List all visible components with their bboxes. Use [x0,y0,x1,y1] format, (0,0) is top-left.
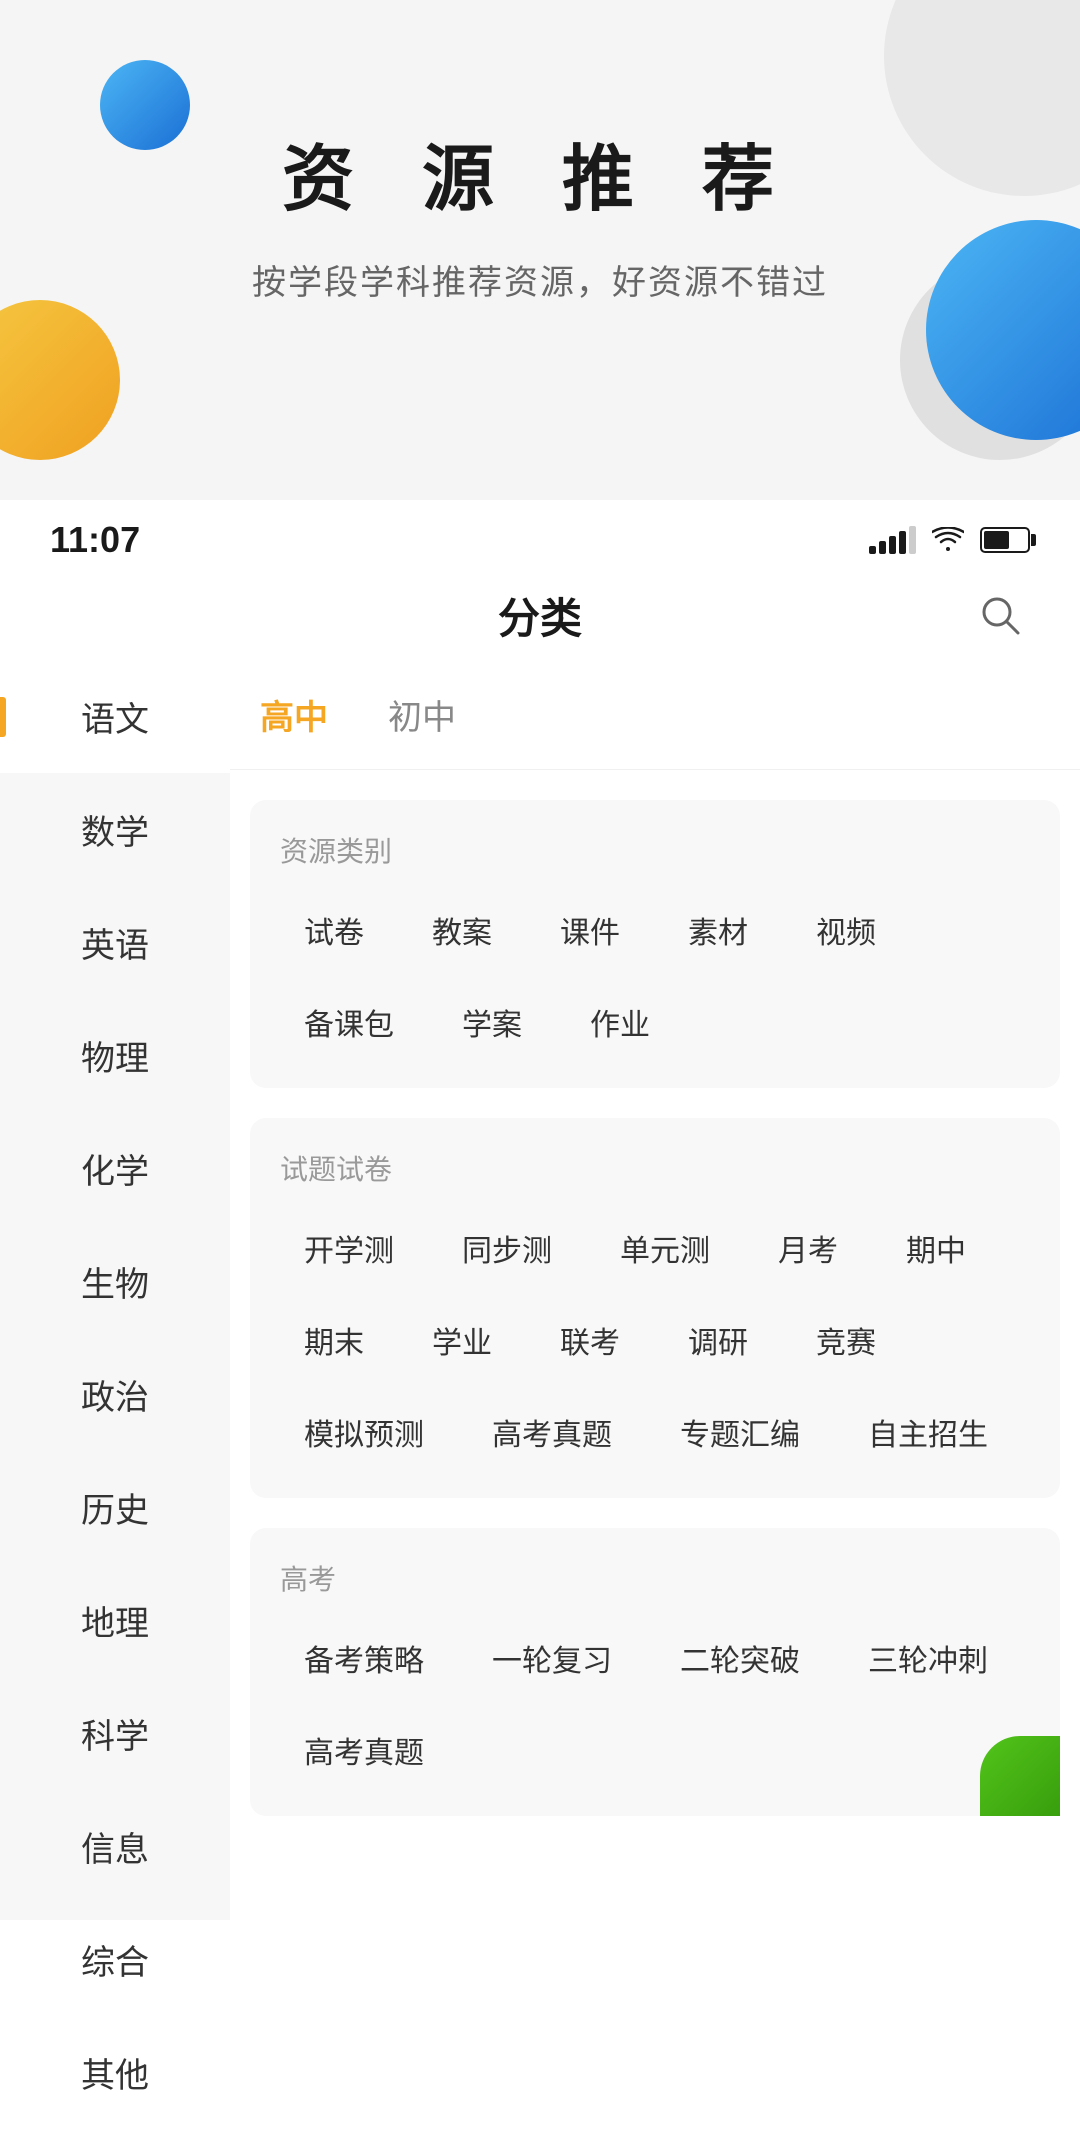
sidebar-item-yuwen[interactable]: 语文 [0,660,230,773]
sub-tabs: 高中 初中 [230,660,1080,770]
sidebar-item-huaxue[interactable]: 化学 [0,1112,230,1225]
tag-liankao[interactable]: 联考 [536,1304,644,1376]
tag-yilunfuxi[interactable]: 一轮复习 [468,1622,636,1694]
sidebar-item-kexue[interactable]: 科学 [0,1677,230,1790]
signal-bar-1 [869,546,876,554]
tag-jingsai[interactable]: 竞赛 [792,1304,900,1376]
hero-yellow-circle [0,300,120,460]
hero-section: 资 源 推 荐 按学段学科推荐资源，好资源不错过 [0,0,1080,500]
battery-fill [984,531,1009,549]
sidebar-item-xinxi[interactable]: 信息 [0,1790,230,1903]
right-content: 高中 初中 资源类别 试卷 教案 课件 素材 视频 备课包 学案 作业 [230,660,1080,1920]
tag-beikebao[interactable]: 备课包 [280,986,418,1058]
search-icon [978,593,1022,637]
sidebar-item-qita[interactable]: 其他 [0,2016,230,2129]
hero-title: 资 源 推 荐 [0,120,1080,225]
tab-chuzhong[interactable]: 初中 [388,680,456,749]
section-label-gaokao: 高考 [280,1558,1030,1598]
tag-sanlunchongci[interactable]: 三轮冲刺 [844,1622,1012,1694]
hero-text-container: 资 源 推 荐 按学段学科推荐资源，好资源不错过 [0,120,1080,304]
signal-bar-3 [889,536,896,554]
tag-qizhong[interactable]: 期中 [882,1212,990,1284]
tag-danyuance[interactable]: 单元测 [596,1212,734,1284]
tag-kaixuece[interactable]: 开学测 [280,1212,418,1284]
section-label-exam: 试题试卷 [280,1148,1030,1188]
tag-xuean[interactable]: 学案 [438,986,546,1058]
tag-kejian[interactable]: 课件 [536,894,644,966]
main-content: 语文 数学 英语 物理 化学 生物 政治 历史 [0,660,1080,1920]
status-bar: 11:07 [0,500,1080,570]
tag-erluntupao[interactable]: 二轮突破 [656,1622,824,1694]
tags-exam-type: 开学测 同步测 单元测 月考 期中 期末 学业 联考 调研 竞赛 模拟预测 高考… [280,1212,1030,1468]
tag-sucai[interactable]: 素材 [664,894,772,966]
tab-gaozhong[interactable]: 高中 [260,680,328,749]
status-time: 11:07 [50,519,140,561]
tag-tongbuce[interactable]: 同步测 [438,1212,576,1284]
signal-icon [869,526,916,554]
sidebar-item-yingyu[interactable]: 英语 [0,886,230,999]
tag-zuoye[interactable]: 作业 [566,986,674,1058]
tag-qimo[interactable]: 期末 [280,1304,388,1376]
tag-beikaocelue[interactable]: 备考策略 [280,1622,448,1694]
tag-shipin[interactable]: 视频 [792,894,900,966]
tag-zizhuzhus[interactable]: 自主招生 [844,1396,1012,1468]
tag-yuekao[interactable]: 月考 [754,1212,862,1284]
sidebar-item-wuli[interactable]: 物理 [0,999,230,1112]
green-leaf-decoration [980,1736,1060,1816]
sidebar-item-shengwu[interactable]: 生物 [0,1225,230,1338]
page-title: 分类 [498,585,582,646]
tag-diaoyan[interactable]: 调研 [664,1304,772,1376]
hero-subtitle: 按学段学科推荐资源，好资源不错过 [0,255,1080,304]
tags-gaokao: 备考策略 一轮复习 二轮突破 三轮冲刺 高考真题 [280,1622,1030,1786]
status-icons [869,526,1030,554]
phone-frame: 11:07 分类 [0,500,1080,1920]
tag-gaokaozhenti2[interactable]: 高考真题 [280,1714,448,1786]
sidebar-item-lishi[interactable]: 历史 [0,1451,230,1564]
page-header: 分类 [0,570,1080,660]
sidebar-item-zhengzhi[interactable]: 政治 [0,1338,230,1451]
tag-gaokaozhenti[interactable]: 高考真题 [468,1396,636,1468]
signal-bar-4 [899,531,906,554]
search-button[interactable] [970,585,1030,645]
wifi-icon [932,527,964,553]
sidebar-item-dili[interactable]: 地理 [0,1564,230,1677]
section-resource-type: 资源类别 试卷 教案 课件 素材 视频 备课包 学案 作业 [250,800,1060,1088]
section-gaokao: 高考 备考策略 一轮复习 二轮突破 三轮冲刺 高考真题 [250,1528,1060,1816]
section-label-resource: 资源类别 [280,830,1030,870]
battery-icon [980,527,1030,553]
left-sidebar: 语文 数学 英语 物理 化学 生物 政治 历史 [0,660,230,1920]
tag-moniyuce[interactable]: 模拟预测 [280,1396,448,1468]
tags-resource-type: 试卷 教案 课件 素材 视频 备课包 学案 作业 [280,894,1030,1058]
signal-bar-5 [909,526,916,554]
section-exam-type: 试题试卷 开学测 同步测 单元测 月考 期中 期末 学业 联考 调研 竞赛 模拟… [250,1118,1060,1498]
tag-xueye[interactable]: 学业 [408,1304,516,1376]
tag-shijuan[interactable]: 试卷 [280,894,388,966]
signal-bar-2 [879,541,886,554]
tag-zhuantihb[interactable]: 专题汇编 [656,1396,824,1468]
sidebar-item-shuxue[interactable]: 数学 [0,773,230,886]
tag-jiaoan[interactable]: 教案 [408,894,516,966]
